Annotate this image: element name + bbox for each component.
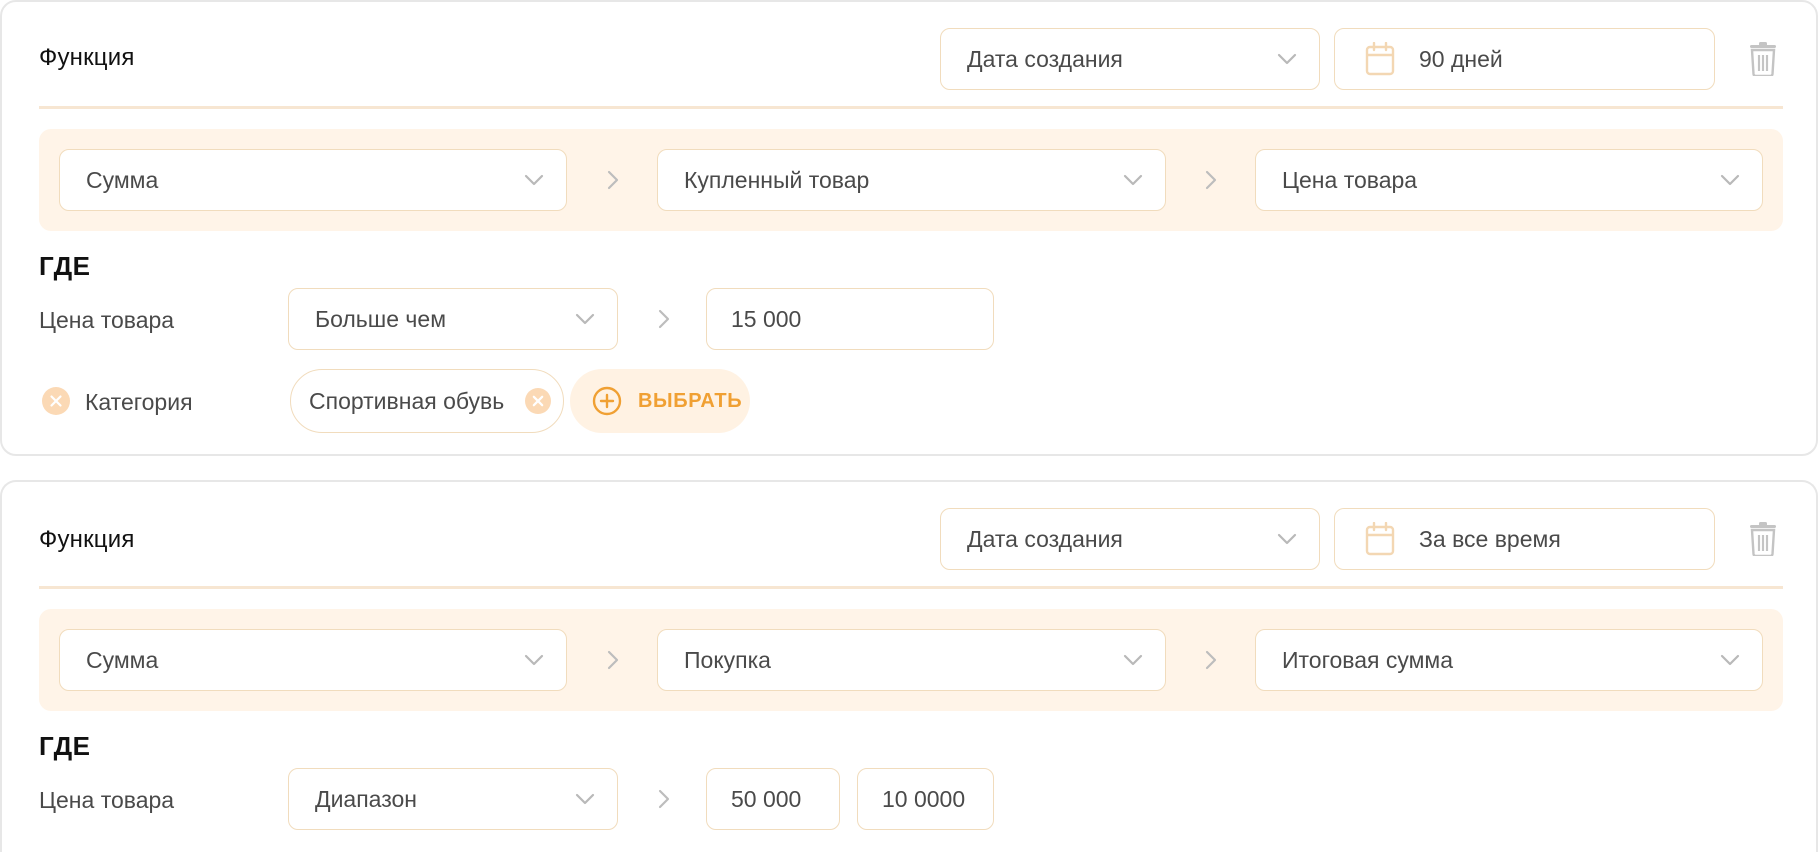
condition-operator-select[interactable]: Больше чем — [288, 288, 618, 350]
range-from-input[interactable]: 50 000 — [706, 768, 840, 830]
chevron-down-icon — [1277, 533, 1297, 545]
calendar-icon — [1365, 42, 1395, 76]
plus-circle-icon — [592, 386, 622, 416]
chevron-right-icon — [1205, 170, 1217, 190]
aggregation-function-select[interactable]: Сумма — [59, 629, 567, 691]
condition-field-label: Цена товара — [39, 307, 175, 333]
range-to-value: 10 0000 — [882, 785, 966, 812]
category-chip: Спортивная обувь — [290, 369, 564, 433]
aggregation-function-value: Сумма — [86, 646, 159, 673]
where-heading: ГДЕ — [39, 251, 91, 281]
condition-operator-select[interactable]: Диапазон — [288, 768, 618, 830]
period-value: За все время — [1419, 525, 1561, 552]
block-title: Функция — [39, 44, 135, 71]
chevron-down-icon — [524, 174, 544, 186]
chevron-down-icon — [575, 313, 595, 325]
condition-operator-value: Больше чем — [315, 305, 447, 332]
aggregation-path: Сумма Покупка Итоговая сумма — [39, 609, 1783, 711]
range-from-value: 50 000 — [731, 785, 802, 812]
period-select[interactable]: 90 дней — [1334, 28, 1715, 90]
trash-icon[interactable] — [1749, 522, 1777, 556]
date-field-value: Дата создания — [967, 525, 1123, 552]
condition-field-label: Цена товара — [39, 787, 175, 813]
event-value: Купленный товар — [684, 166, 870, 193]
function-block-2: Функция Дата создания За все время Сумма… — [0, 480, 1818, 852]
event-select[interactable]: Покупка — [657, 629, 1166, 691]
close-circle-icon[interactable] — [525, 388, 551, 414]
condition-value-input[interactable]: 15 000 — [706, 288, 994, 350]
property-select[interactable]: Цена товара — [1255, 149, 1763, 211]
event-value: Покупка — [684, 646, 771, 673]
chevron-right-icon — [1205, 650, 1217, 670]
range-to-input[interactable]: 10 0000 — [857, 768, 994, 830]
select-category-label: ВЫБРАТЬ — [638, 389, 743, 412]
where-heading: ГДЕ — [39, 731, 91, 761]
category-filter-label: Категория — [85, 389, 193, 415]
calendar-icon — [1365, 522, 1395, 556]
chevron-right-icon — [607, 170, 619, 190]
function-block-1: Функция Дата создания 90 дней Сумма Купл… — [0, 0, 1818, 456]
date-field-select[interactable]: Дата создания — [940, 508, 1320, 570]
period-select[interactable]: За все время — [1334, 508, 1715, 570]
trash-icon[interactable] — [1749, 42, 1777, 76]
chevron-down-icon — [1720, 654, 1740, 666]
property-select[interactable]: Итоговая сумма — [1255, 629, 1763, 691]
aggregation-path: Сумма Купленный товар Цена товара — [39, 129, 1783, 231]
aggregation-function-select[interactable]: Сумма — [59, 149, 567, 211]
aggregation-function-value: Сумма — [86, 166, 159, 193]
divider — [39, 106, 1783, 109]
property-value: Цена товара — [1282, 166, 1418, 193]
date-field-select[interactable]: Дата создания — [940, 28, 1320, 90]
chevron-right-icon — [607, 650, 619, 670]
chevron-right-icon — [658, 309, 670, 329]
property-value: Итоговая сумма — [1282, 646, 1454, 673]
chevron-right-icon — [658, 789, 670, 809]
chevron-down-icon — [575, 793, 595, 805]
select-category-button[interactable]: ВЫБРАТЬ — [570, 369, 750, 433]
remove-filter-icon[interactable] — [42, 387, 70, 415]
event-select[interactable]: Купленный товар — [657, 149, 1166, 211]
condition-value: 15 000 — [731, 305, 802, 332]
chevron-down-icon — [1277, 53, 1297, 65]
period-value: 90 дней — [1419, 45, 1503, 72]
category-chip-label: Спортивная обувь — [309, 387, 505, 414]
date-field-value: Дата создания — [967, 45, 1123, 72]
divider — [39, 586, 1783, 589]
chevron-down-icon — [1123, 654, 1143, 666]
chevron-down-icon — [1720, 174, 1740, 186]
chevron-down-icon — [1123, 174, 1143, 186]
chevron-down-icon — [524, 654, 544, 666]
condition-operator-value: Диапазон — [315, 785, 417, 812]
block-title: Функция — [39, 526, 135, 553]
